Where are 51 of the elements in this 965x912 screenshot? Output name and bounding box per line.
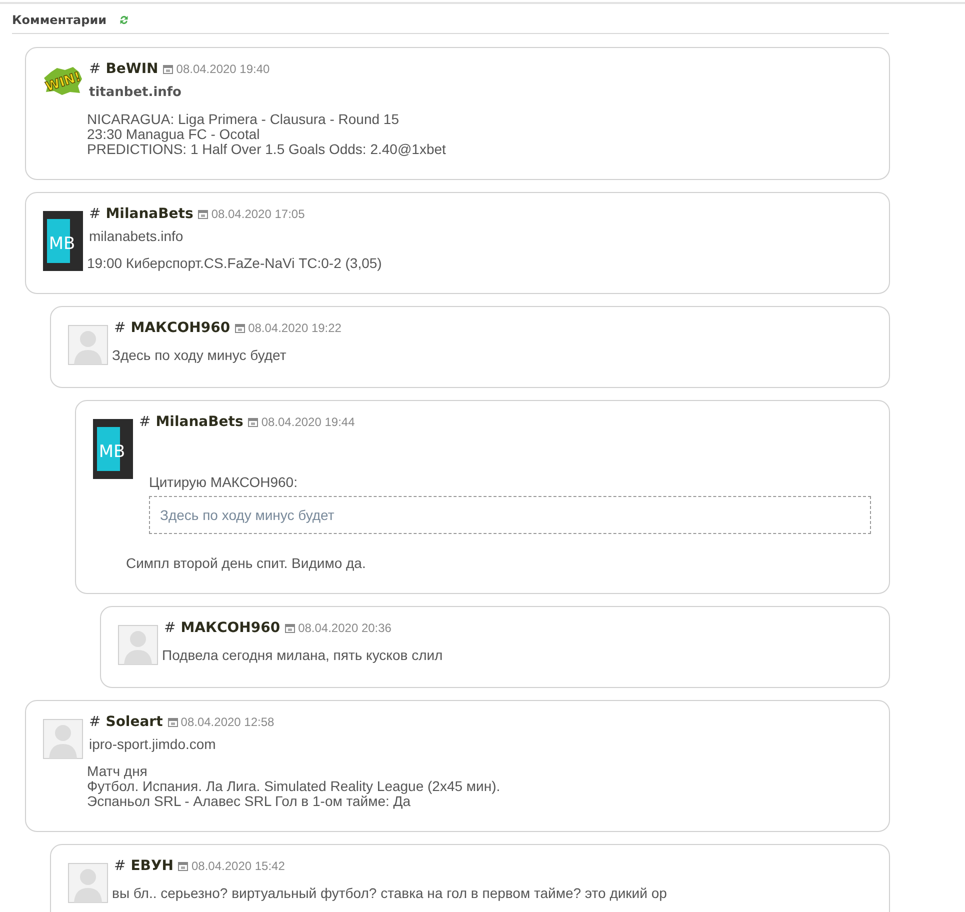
comment-text: Подвела сегодня милана, пять кусков слил: [162, 648, 444, 663]
comment-text: Симпл второй день спит. Видимо да.: [126, 556, 367, 571]
comment-date: 08.04.2020 17:05: [211, 207, 305, 221]
comment-date: 08.04.2020 15:42: [191, 859, 285, 873]
comment-anchor-link[interactable]: #: [89, 714, 101, 730]
author-name[interactable]: МАКСОН960: [130, 320, 230, 336]
comment-date: 08.04.2020 20:36: [298, 621, 392, 635]
comment-anchor-link[interactable]: #: [164, 620, 176, 636]
calendar-icon: [163, 64, 174, 74]
comment-anchor-link[interactable]: #: [139, 414, 151, 430]
quote-label: Цитирую МАКСОН960:: [149, 474, 298, 490]
author-site: milanabets.info: [89, 228, 184, 244]
comment-text: Здесь по ходу минус будет: [112, 348, 288, 363]
comment-anchor-link[interactable]: #: [89, 206, 101, 222]
author-name[interactable]: MilanaBets: [156, 414, 244, 430]
author-site: titanbet.info: [89, 85, 182, 100]
calendar-icon: [248, 417, 258, 427]
avatar-placeholder-icon: [118, 625, 158, 665]
comment-date: 08.04.2020 19:40: [176, 62, 270, 76]
calendar-icon: [178, 861, 188, 871]
quote-block: Здесь по ходу минус будет: [149, 496, 871, 534]
refresh-icon[interactable]: [118, 14, 129, 26]
calendar-icon: [198, 209, 208, 219]
comment-date: 08.04.2020 19:22: [248, 321, 342, 335]
calendar-icon: [168, 717, 178, 727]
author-name[interactable]: МАКСОН960: [180, 620, 280, 636]
comment-anchor-link[interactable]: #: [114, 858, 126, 874]
comment-date: 08.04.2020 19:44: [261, 415, 355, 429]
avatar-logo: WIN!: [43, 66, 83, 96]
author-name[interactable]: Soleart: [106, 714, 163, 730]
author-name[interactable]: BeWIN: [106, 61, 158, 77]
comment-anchor-link[interactable]: #: [89, 61, 101, 77]
comment-text: 23:30 Managua FC - Ocotal: [87, 127, 261, 142]
avatar-placeholder-icon: [43, 719, 83, 759]
comment-anchor-link[interactable]: #: [114, 320, 126, 336]
avatar-placeholder-icon: [68, 325, 108, 365]
calendar-icon: [285, 623, 296, 633]
comment-text: Матч дня: [87, 764, 148, 779]
comment-text: Футбол. Испания. Ла Лига. Simulated Reality League (2x45 мин).: [87, 779, 502, 794]
author-site: ipro-sport.jimdo.com: [89, 736, 217, 752]
author-name[interactable]: ЕВУН: [130, 858, 174, 874]
section-title: Комментарии: [12, 13, 107, 27]
author-name[interactable]: MilanaBets: [106, 206, 194, 222]
comment-text: 19:00 Киберспорт.CS.FaZe-NaVi ТС:0-2 (3,05): [87, 256, 383, 271]
avatar-placeholder-icon: [68, 863, 108, 903]
comment-text: PREDICTIONS: 1 Half Over 1.5 Goals Odds: 2.40@1xbet: [87, 142, 447, 157]
comment-text: Эспаньол SRL - Алавес SRL Гол в 1-ом тайме: Да: [87, 794, 411, 809]
comment-text: вы бл.. серьезно? виртуальный футбол? ставка на гол в первом тайме? это дикий ор: [112, 886, 668, 901]
comment-text: NICARAGUA: Liga Primera - Clausura - Round 15: [87, 112, 400, 127]
comment-date: 08.04.2020 12:58: [180, 715, 274, 729]
calendar-icon: [235, 323, 246, 333]
